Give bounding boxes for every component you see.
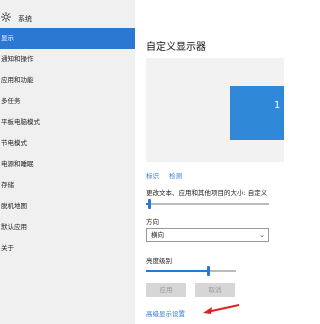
display-preview: 1 xyxy=(146,58,284,162)
main-panel: 自定义显示器 1 标识 检测 更改文本、应用和其他项目的大小: 自定义 方向 横… xyxy=(135,0,284,324)
orientation-select[interactable]: 横向 ⌄ xyxy=(146,228,269,242)
sidebar-item-about[interactable]: 关于 xyxy=(0,238,135,259)
scale-slider-track xyxy=(146,203,269,205)
identify-link[interactable]: 标识 xyxy=(146,172,159,180)
sidebar-item-storage[interactable]: 存储 xyxy=(0,175,135,196)
sidebar-item-apps[interactable]: 应用和功能 xyxy=(0,70,135,91)
title-bar: 系统 xyxy=(0,4,135,24)
brightness-label: 亮度级别 xyxy=(146,257,172,265)
sidebar-item-default-apps[interactable]: 默认应用 xyxy=(0,217,135,238)
settings-window: 系统 显示 通知和操作 应用和功能 多任务 平板电脑模式 节电模式 电源和睡眠 … xyxy=(0,0,284,324)
sidebar-item-notifications[interactable]: 通知和操作 xyxy=(0,49,135,70)
detect-link[interactable]: 检测 xyxy=(169,172,182,180)
orientation-value: 横向 xyxy=(151,231,164,239)
scale-label: 更改文本、应用和其他项目的大小: 自定义 xyxy=(146,189,268,197)
brightness-slider-fill xyxy=(146,270,207,272)
brightness-slider-thumb[interactable] xyxy=(207,266,210,276)
red-arrow-icon xyxy=(203,304,240,314)
page-title: 自定义显示器 xyxy=(146,42,206,53)
scale-slider[interactable] xyxy=(146,199,269,209)
sidebar-item-multitasking[interactable]: 多任务 xyxy=(0,91,135,112)
sidebar-nav: 显示 通知和操作 应用和功能 多任务 平板电脑模式 节电模式 电源和睡眠 存储 … xyxy=(0,28,135,259)
gear-icon xyxy=(1,12,11,22)
orientation-label: 方向 xyxy=(146,218,159,226)
window-title: 系统 xyxy=(18,15,32,23)
chevron-down-icon: ⌄ xyxy=(259,231,265,239)
brightness-slider[interactable] xyxy=(146,266,236,276)
monitor-number: 1 xyxy=(274,100,281,111)
sidebar-item-power-sleep[interactable]: 电源和睡眠 xyxy=(0,154,135,175)
apply-button[interactable]: 应用 xyxy=(146,283,186,297)
sidebar-item-tablet-mode[interactable]: 平板电脑模式 xyxy=(0,112,135,133)
preview-links: 标识 检测 xyxy=(146,170,190,180)
cancel-button[interactable]: 取消 xyxy=(195,283,235,297)
advanced-display-settings-link[interactable]: 高级显示设置 xyxy=(146,308,185,318)
monitor-tile[interactable]: 1 xyxy=(230,86,284,140)
sidebar-item-battery-saver[interactable]: 节电模式 xyxy=(0,133,135,154)
scale-slider-thumb[interactable] xyxy=(148,199,151,209)
sidebar-item-display[interactable]: 显示 xyxy=(0,28,135,49)
sidebar: 系统 显示 通知和操作 应用和功能 多任务 平板电脑模式 节电模式 电源和睡眠 … xyxy=(0,0,135,324)
sidebar-item-offline-maps[interactable]: 脱机地图 xyxy=(0,196,135,217)
